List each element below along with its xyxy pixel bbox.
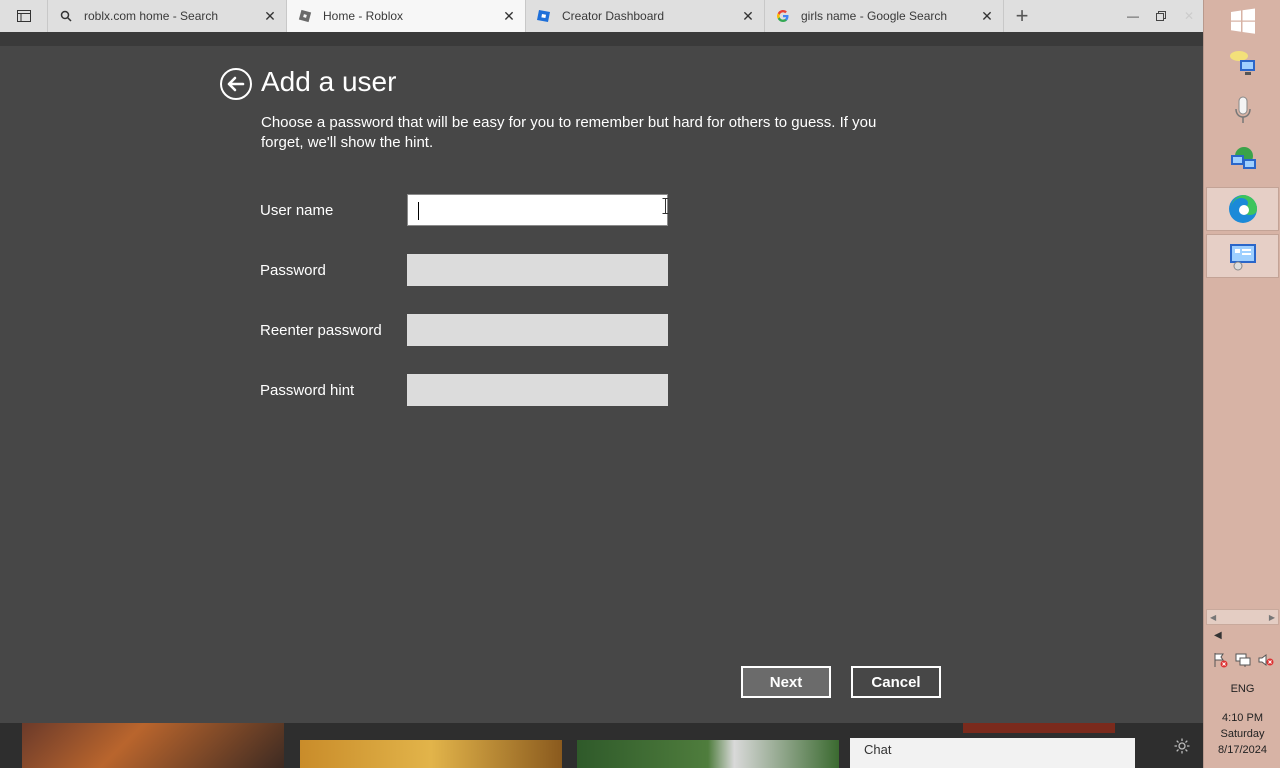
clock-time: 4:10 PM [1222, 712, 1263, 724]
close-window-icon[interactable]: ✕ [1175, 0, 1203, 32]
tab-actions-button[interactable] [0, 0, 48, 32]
game-thumbnail[interactable] [300, 740, 562, 768]
tab-close-icon[interactable]: ✕ [979, 8, 995, 24]
gear-icon [1174, 738, 1189, 753]
password-hint-label: Password hint [260, 381, 355, 399]
new-tab-button[interactable]: + [1004, 0, 1040, 32]
network-users-icon[interactable] [1224, 44, 1262, 82]
cancel-button[interactable]: Cancel [851, 666, 941, 698]
control-panel-icon[interactable] [1206, 234, 1279, 278]
dialog-description: Choose a password that will be easy for … [261, 114, 877, 151]
scroll-left-icon[interactable]: ◀ [1210, 613, 1216, 622]
scroll-right-icon[interactable]: ▶ [1269, 613, 1275, 622]
system-tray [1212, 652, 1274, 668]
tab-close-icon[interactable]: ✕ [262, 8, 278, 24]
password-input[interactable] [407, 254, 668, 286]
user-name-label: User name [260, 201, 334, 219]
game-thumbnail[interactable] [963, 723, 1115, 733]
password-hint-row: Password hint [260, 374, 680, 406]
browser-tab-active[interactable]: Home - Roblox ✕ [287, 0, 526, 32]
google-icon [775, 8, 791, 24]
browser-tab-bar: roblx.com home - Search ✕ Home - Roblox … [0, 0, 1203, 32]
roblox-studio-icon [536, 8, 552, 24]
password-label: Password [260, 261, 326, 279]
windows-start-icon[interactable] [1224, 2, 1262, 40]
edge-browser-icon[interactable] [1206, 187, 1279, 231]
tab-title: girls name - Google Search [801, 9, 948, 23]
taskbar-scrollbar[interactable]: ◀ ▶ [1206, 609, 1279, 625]
tab-title: Home - Roblox [323, 9, 404, 23]
taskbar: ◀ ▶ ◀ ENG 4:10 PM Saturday 8/17/2024 [1203, 0, 1280, 768]
tab-actions-icon [16, 10, 31, 22]
next-button[interactable]: Next [741, 666, 831, 698]
tab-title: roblx.com home - Search [84, 9, 219, 23]
search-icon [58, 8, 74, 24]
settings-button[interactable] [1160, 723, 1203, 768]
minimize-icon[interactable]: — [1119, 0, 1147, 32]
window-controls: — ✕ [1119, 0, 1203, 32]
network-connections-icon[interactable] [1224, 140, 1262, 178]
chat-label: Chat [864, 742, 892, 757]
reenter-password-input[interactable] [407, 314, 668, 346]
back-button[interactable] [220, 68, 252, 100]
text-caret [418, 202, 419, 220]
tray-overflow-icon[interactable]: ◀ [1214, 630, 1222, 641]
reenter-password-label: Reenter password [260, 321, 382, 339]
tab-close-icon[interactable]: ✕ [740, 8, 756, 24]
clock-date: 8/17/2024 [1218, 744, 1267, 756]
game-thumbnail[interactable] [577, 740, 839, 768]
browser-tab[interactable]: girls name - Google Search ✕ [765, 0, 1004, 32]
browser-toolbar-obscured [0, 32, 1203, 46]
text-cursor-icon [662, 198, 669, 214]
user-name-row: User name [260, 194, 680, 226]
volume-muted-icon[interactable] [1258, 652, 1274, 668]
page-content-behind: Chat [0, 723, 1203, 768]
chat-panel[interactable]: Chat [850, 738, 1135, 768]
add-user-dialog: Add a user Choose a password that will b… [0, 46, 1203, 723]
password-row: Password [260, 254, 680, 286]
reenter-password-row: Reenter password [260, 314, 680, 346]
microphone-icon[interactable] [1224, 92, 1262, 130]
clock-day: Saturday [1220, 728, 1265, 740]
clock[interactable]: 4:10 PM Saturday 8/17/2024 [1204, 710, 1280, 758]
network-status-icon[interactable] [1235, 652, 1251, 668]
input-language[interactable]: ENG [1204, 683, 1280, 695]
dialog-title: Add a user [261, 66, 397, 97]
game-thumbnail[interactable] [22, 723, 284, 768]
browser-tab[interactable]: Creator Dashboard ✕ [526, 0, 765, 32]
user-name-input[interactable] [407, 194, 668, 226]
action-center-icon[interactable] [1212, 652, 1228, 668]
tab-title: Creator Dashboard [562, 9, 665, 23]
password-hint-input[interactable] [407, 374, 668, 406]
browser-tab[interactable]: roblx.com home - Search ✕ [48, 0, 287, 32]
back-arrow-icon [227, 76, 245, 92]
tab-close-icon[interactable]: ✕ [501, 8, 517, 24]
roblox-icon [297, 8, 313, 24]
restore-icon[interactable] [1147, 0, 1175, 32]
